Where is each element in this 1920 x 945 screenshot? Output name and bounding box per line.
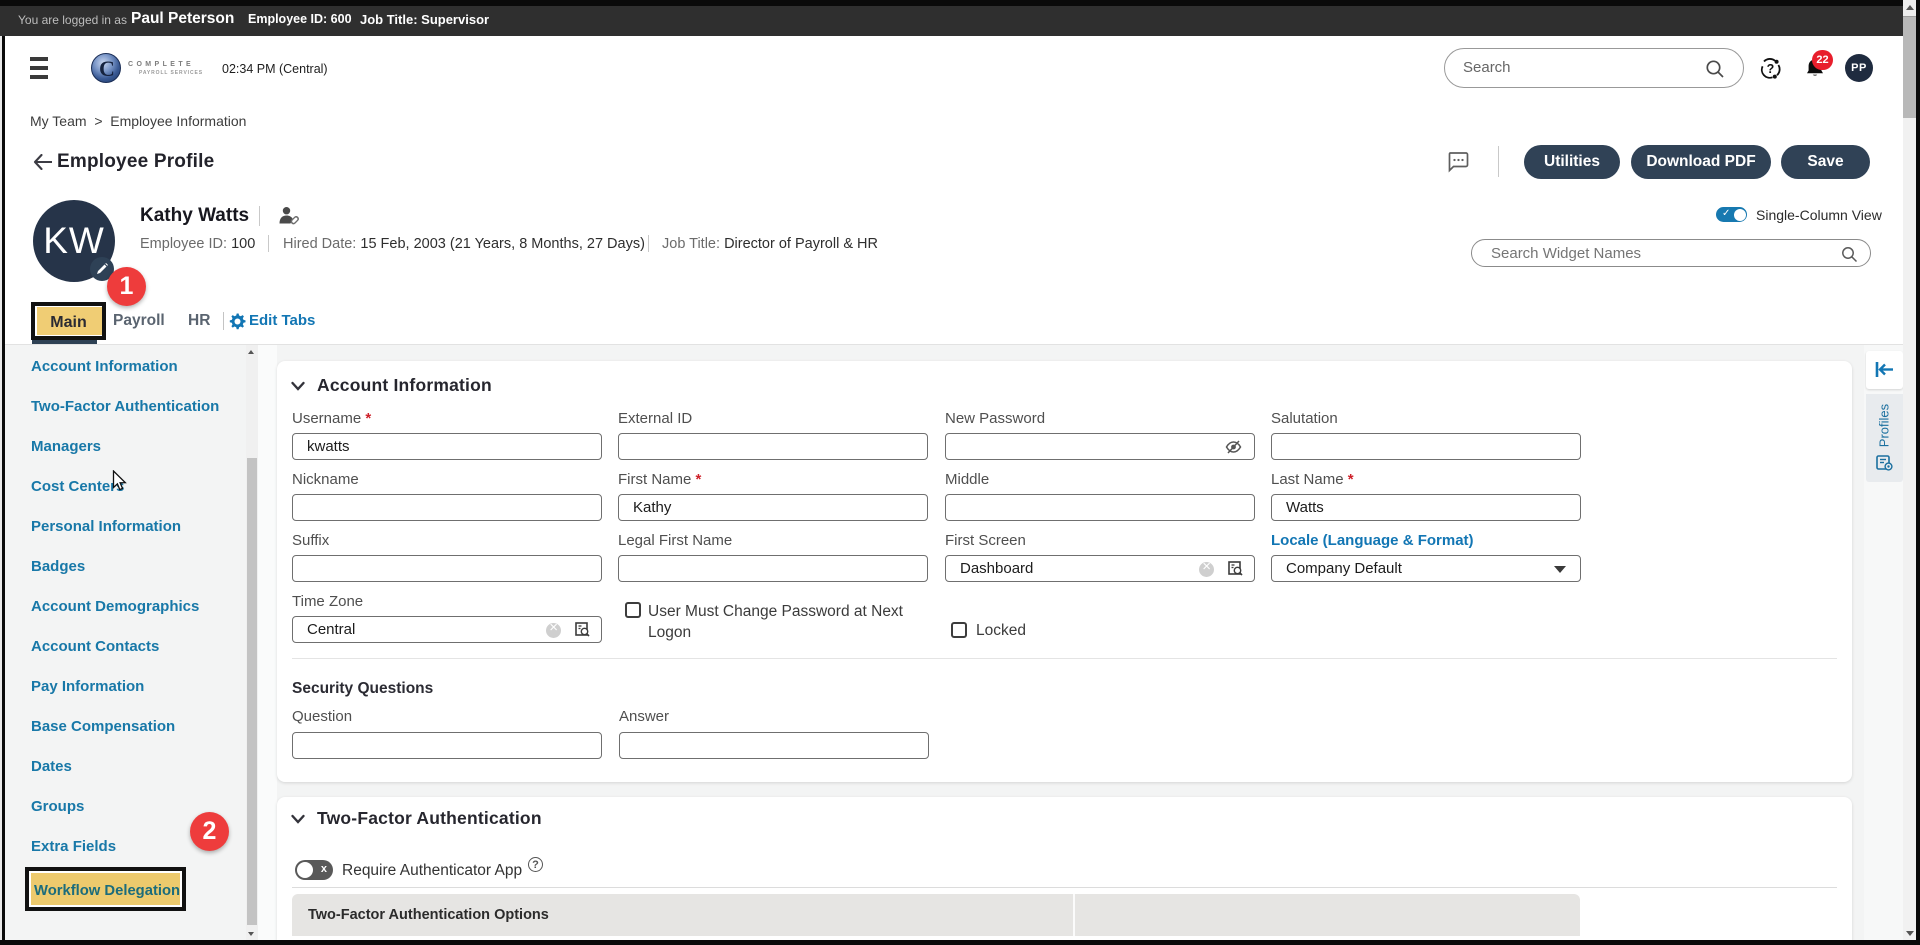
svg-text:?: ? <box>1767 62 1775 76</box>
